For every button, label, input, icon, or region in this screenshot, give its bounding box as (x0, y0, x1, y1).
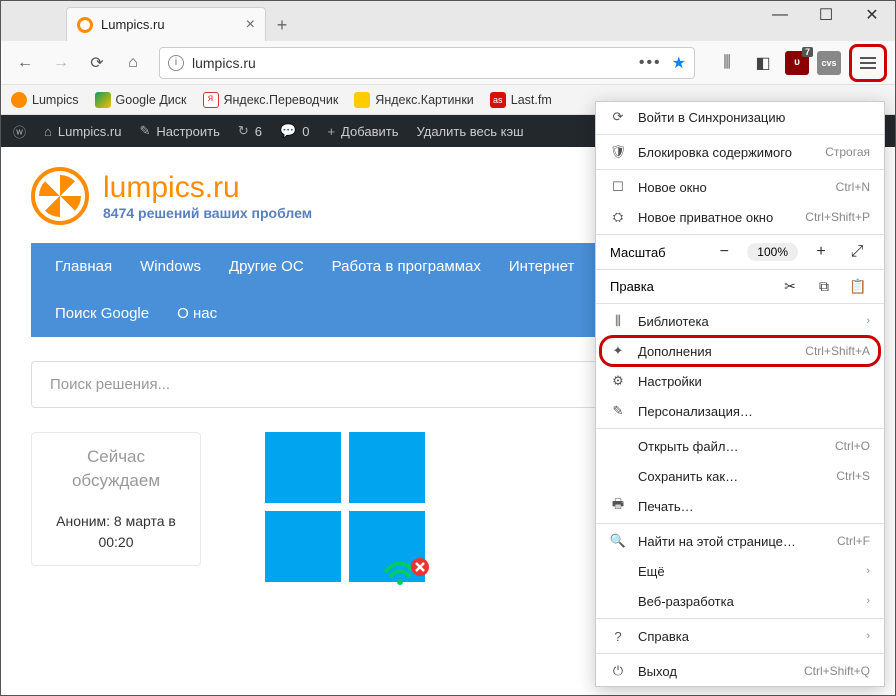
reload-button[interactable]: ⟳ (81, 47, 113, 79)
hamburger-menu-button[interactable] (849, 44, 887, 82)
chevron-right-icon: › (866, 315, 870, 327)
menu-settings[interactable]: ⚙Настройки (596, 366, 884, 396)
url-text: lumpics.ru (192, 55, 631, 71)
app-menu-panel: ⟳Войти в Синхронизацию 🛡Блокировка содер… (595, 101, 885, 687)
menu-edit-row: Правка ✂ ⧉ 📋 (596, 272, 884, 301)
menu-sync[interactable]: ⟳Войти в Синхронизацию (596, 102, 884, 132)
bookmark-item[interactable]: Google Диск (95, 92, 187, 108)
menu-webdev[interactable]: Веб-разработка› (596, 586, 884, 616)
zoom-out-button[interactable]: − (711, 243, 737, 261)
discuss-meta: Аноним: 8 марта в 00:20 (44, 511, 188, 553)
menu-exit[interactable]: ⏻ВыходCtrl+Shift+Q (596, 656, 884, 686)
chevron-right-icon: › (866, 595, 870, 607)
discuss-card: Сейчас обсуждаем Аноним: 8 марта в 00:20 (31, 432, 201, 566)
bookmark-item[interactable]: Lumpics (11, 92, 79, 108)
copy-icon[interactable]: ⧉ (812, 278, 836, 295)
menu-content-blocking[interactable]: 🛡Блокировка содержимогоСтрогая (596, 137, 884, 167)
menu-open-file[interactable]: Открыть файл…Ctrl+O (596, 431, 884, 461)
tab-title: Lumpics.ru (101, 17, 238, 32)
minimize-button[interactable]: — (757, 1, 803, 29)
nav-link[interactable]: О нас (177, 305, 217, 322)
sync-icon: ⟳ (610, 109, 626, 125)
home-button[interactable]: ⌂ (117, 47, 149, 79)
nav-link[interactable]: Другие ОС (229, 258, 304, 275)
back-button[interactable]: ← (9, 47, 41, 79)
window-icon: ☐ (610, 179, 626, 195)
menu-help[interactable]: ?Справка› (596, 621, 884, 651)
menu-addons[interactable]: ✦ДополненияCtrl+Shift+A (596, 336, 884, 366)
menu-more[interactable]: Ещё› (596, 556, 884, 586)
close-tab-icon[interactable]: × (246, 16, 255, 34)
maximize-button[interactable]: ☐ (803, 1, 849, 29)
site-subtitle: 8474 решений ваших проблем (103, 205, 312, 221)
cvs-extension-icon[interactable]: cvs (817, 51, 841, 75)
zoom-in-button[interactable]: + (808, 243, 834, 261)
bookmark-item[interactable]: asLast.fm (490, 92, 552, 108)
menu-print[interactable]: 🖶Печать… (596, 491, 884, 521)
menu-find[interactable]: 🔍Найти на этой странице…Ctrl+F (596, 526, 884, 556)
site-title: lumpics.ru (103, 171, 312, 205)
menu-new-window[interactable]: ☐Новое окноCtrl+N (596, 172, 884, 202)
wifi-error-icon (380, 547, 430, 587)
wp-add-link[interactable]: +Добавить (327, 124, 398, 139)
wp-site-link[interactable]: ⌂Lumpics.ru (44, 124, 121, 139)
window-controls: — ☐ ✕ (757, 1, 895, 29)
mask-icon: ⛭ (610, 209, 626, 225)
title-bar: Lumpics.ru × + — ☐ ✕ (1, 1, 895, 41)
chevron-right-icon: › (866, 565, 870, 577)
address-bar[interactable]: i lumpics.ru ••• ★ (159, 47, 695, 79)
menu-new-private-window[interactable]: ⛭Новое приватное окноCtrl+Shift+P (596, 202, 884, 232)
nav-link[interactable]: Работа в программах (332, 258, 481, 275)
menu-save-as[interactable]: Сохранить как…Ctrl+S (596, 461, 884, 491)
ublock-icon[interactable]: υ7 (785, 51, 809, 75)
bookmark-item[interactable]: яЯндекс.Переводчик (203, 92, 339, 108)
paste-icon[interactable]: 📋 (846, 278, 870, 295)
hamburger-icon (860, 57, 876, 69)
discuss-heading: Сейчас обсуждаем (44, 445, 188, 493)
wp-updates-link[interactable]: ↻6 (238, 123, 262, 139)
nav-link[interactable]: Интернет (509, 258, 574, 275)
wp-customize-link[interactable]: ✎Настроить (139, 123, 219, 139)
brush-icon: ✎ (610, 403, 626, 419)
help-icon: ? (610, 628, 626, 644)
browser-tab[interactable]: Lumpics.ru × (66, 7, 266, 41)
bookmark-star-icon[interactable]: ★ (672, 53, 686, 73)
gear-icon: ⚙ (610, 373, 626, 389)
fullscreen-button[interactable]: ⤢ (844, 243, 870, 261)
sidebar-icon[interactable]: ◧ (749, 49, 777, 77)
ublock-badge: 7 (802, 47, 813, 57)
library-icon[interactable]: ⫼ (713, 49, 741, 77)
menu-library[interactable]: ⫼Библиотека› (596, 306, 884, 336)
nav-link[interactable]: Поиск Google (55, 305, 149, 322)
power-icon: ⏻ (610, 663, 626, 679)
nav-link[interactable]: Windows (140, 258, 201, 275)
chevron-right-icon: › (866, 630, 870, 642)
page-actions-icon[interactable]: ••• (639, 54, 662, 72)
menu-personalize[interactable]: ✎Персонализация… (596, 396, 884, 426)
wp-comments-link[interactable]: 💬0 (280, 123, 309, 139)
menu-zoom: Масштаб − 100% + ⤢ (596, 237, 884, 267)
forward-button[interactable]: → (45, 47, 77, 79)
print-icon: 🖶 (610, 498, 626, 514)
cut-icon[interactable]: ✂ (778, 278, 802, 295)
new-tab-button[interactable]: + (266, 9, 298, 41)
close-window-button[interactable]: ✕ (849, 1, 895, 29)
library-icon: ⫼ (610, 313, 626, 329)
article-thumbnail[interactable] (265, 432, 425, 582)
site-logo (31, 167, 89, 225)
wordpress-icon[interactable]: ⓦ (13, 122, 26, 141)
wp-clear-cache-link[interactable]: Удалить весь кэш (417, 124, 524, 139)
tab-favicon (77, 17, 93, 33)
bookmark-item[interactable]: Яндекс.Картинки (354, 92, 473, 108)
zoom-level[interactable]: 100% (747, 243, 798, 261)
site-info-icon[interactable]: i (168, 55, 184, 71)
toolbar: ← → ⟳ ⌂ i lumpics.ru ••• ★ ⫼ ◧ υ7 cvs (1, 41, 895, 85)
shield-icon: 🛡 (610, 144, 626, 160)
puzzle-icon: ✦ (610, 343, 626, 359)
nav-link[interactable]: Главная (55, 258, 112, 275)
search-icon: 🔍 (610, 533, 626, 549)
